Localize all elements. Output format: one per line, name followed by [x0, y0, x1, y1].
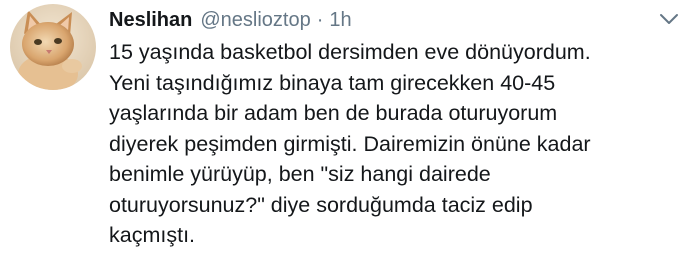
tweet-text-line: benimle yürüyüp, ben "siz hangi dairede [109, 162, 491, 186]
author-display-name[interactable]: Neslihan [109, 9, 192, 32]
tweet-header: Neslihan @neslioztop · 1h [109, 6, 352, 34]
tweet[interactable]: Neslihan @neslioztop · 1h 15 yaşında bas… [0, 0, 690, 260]
tweet-text-line: yaşlarında bir adam ben de burada oturuy… [109, 101, 558, 125]
avatar[interactable] [10, 4, 96, 90]
tweet-menu-button[interactable] [658, 11, 680, 27]
cat-avatar-icon [10, 4, 96, 90]
tweet-text: 15 yaşında basketbol dersimden eve dönüy… [109, 37, 679, 251]
author-handle[interactable]: @neslioztop [200, 9, 310, 32]
tweet-text-line: oturuyorsunuz?" diye sorduğumda taciz ed… [109, 192, 533, 217]
tweet-text-line: 15 yaşında basketbol dersimden eve dönüy… [109, 40, 591, 64]
separator-dot: · [316, 8, 324, 31]
tweet-text-line: kaçmıştı. [109, 223, 196, 247]
tweet-text-line: Yeni taşındığımız binaya tam girecekken … [109, 70, 556, 95]
tweet-timestamp[interactable]: 1h [329, 9, 351, 32]
chevron-down-icon [660, 14, 678, 24]
tweet-text-line: diyerek peşimden girmişti. Dairemizin ön… [109, 131, 591, 156]
